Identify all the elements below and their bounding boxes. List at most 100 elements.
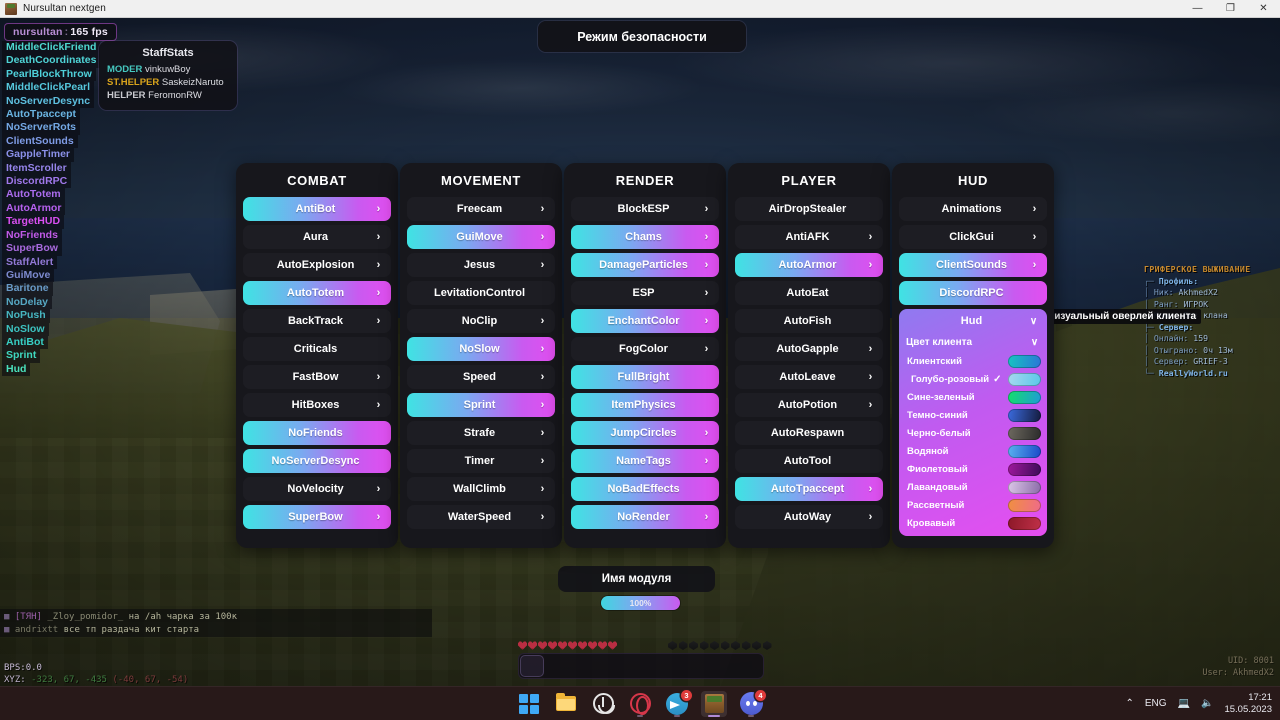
network-icon[interactable]: 💻: [1178, 698, 1190, 709]
module-toggle-antibot[interactable]: AntiBot ›: [243, 197, 391, 221]
color-swatch[interactable]: [1008, 354, 1041, 368]
chevron-right-icon[interactable]: ›: [702, 259, 711, 271]
chevron-right-icon[interactable]: ›: [866, 371, 875, 383]
taskbar-start-button[interactable]: [516, 691, 542, 717]
chevron-right-icon[interactable]: ›: [866, 231, 875, 243]
chevron-right-icon[interactable]: ›: [702, 203, 711, 215]
module-toggle-sprint[interactable]: Sprint ›: [407, 393, 555, 417]
chevron-right-icon[interactable]: ›: [702, 511, 711, 523]
chevron-right-icon[interactable]: ›: [538, 399, 547, 411]
module-toggle-freecam[interactable]: Freecam ›: [407, 197, 555, 221]
module-toggle-noslow[interactable]: NoSlow ›: [407, 337, 555, 361]
chevron-right-icon[interactable]: ›: [866, 483, 875, 495]
panel-title[interactable]: HUD: [899, 163, 1047, 197]
chevron-right-icon[interactable]: ›: [702, 427, 711, 439]
module-toggle-autorespawn[interactable]: AutoRespawn›: [735, 421, 883, 445]
clickgui-panel-movement[interactable]: MOVEMENT Freecam › GuiMove › Jesus › Levitation…: [400, 163, 562, 548]
color-option[interactable]: Лавандовый: [899, 478, 1047, 496]
color-option[interactable]: Водяной: [899, 442, 1047, 460]
chevron-right-icon[interactable]: ›: [538, 203, 547, 215]
module-toggle-airdropstealer[interactable]: AirDropStealer›: [735, 197, 883, 221]
module-toggle-nobadeffects[interactable]: NoBadEffects›: [571, 477, 719, 501]
chevron-right-icon[interactable]: ›: [374, 371, 383, 383]
color-option[interactable]: Клиентский: [899, 352, 1047, 370]
taskbar-clock[interactable]: 17:21 15.05.2023: [1224, 692, 1272, 716]
chevron-right-icon[interactable]: ›: [538, 427, 547, 439]
color-option[interactable]: Кровавый: [899, 514, 1047, 532]
chevron-right-icon[interactable]: ›: [866, 343, 875, 355]
module-toggle-superbow[interactable]: SuperBow ›: [243, 505, 391, 529]
color-swatch[interactable]: [1008, 426, 1041, 440]
language-indicator[interactable]: ENG: [1145, 698, 1167, 709]
color-swatch[interactable]: [1008, 462, 1041, 476]
module-toggle-waterspeed[interactable]: WaterSpeed ›: [407, 505, 555, 529]
module-toggle-jumpcircles[interactable]: JumpCircles ›: [571, 421, 719, 445]
module-toggle-autopotion[interactable]: AutoPotion ›: [735, 393, 883, 417]
hotbar[interactable]: [518, 653, 764, 679]
chevron-right-icon[interactable]: ›: [538, 343, 547, 355]
chevron-right-icon[interactable]: ›: [1030, 259, 1039, 271]
color-option[interactable]: Черно-белый: [899, 424, 1047, 442]
setting-client-color[interactable]: Цвет клиента ∨: [899, 333, 1047, 352]
module-toggle-fullbright[interactable]: FullBright›: [571, 365, 719, 389]
chevron-right-icon[interactable]: ›: [374, 259, 383, 271]
module-toggle-noclip[interactable]: NoClip ›: [407, 309, 555, 333]
color-option[interactable]: Голубо-розовый ✓: [899, 370, 1047, 388]
clickgui-panel-player[interactable]: PLAYERAirDropStealer›AntiAFK›AutoArmor›A…: [728, 163, 890, 548]
chevron-right-icon[interactable]: ›: [538, 315, 547, 327]
chevron-right-icon[interactable]: ›: [1030, 203, 1039, 215]
clickgui-panel-combat[interactable]: COMBAT AntiBot › Aura › AutoExplosion › AutoTot…: [236, 163, 398, 548]
chevron-right-icon[interactable]: ›: [538, 511, 547, 523]
module-toggle-autoleave[interactable]: AutoLeave ›: [735, 365, 883, 389]
module-expanded-hud[interactable]: Hud ∨ Цвет клиента ∨ Клиентский Голубо-розовы…: [899, 309, 1047, 536]
color-option[interactable]: Темно-синий: [899, 406, 1047, 424]
chevron-right-icon[interactable]: ›: [374, 287, 383, 299]
color-option[interactable]: Фиолетовый: [899, 460, 1047, 478]
module-toggle-enchantcolor[interactable]: EnchantColor ›: [571, 309, 719, 333]
chevron-right-icon[interactable]: ›: [538, 455, 547, 467]
module-toggle-levitationcontrol[interactable]: LevitationControl›: [407, 281, 555, 305]
chevron-right-icon[interactable]: ›: [866, 259, 875, 271]
color-swatch[interactable]: [1008, 372, 1041, 386]
module-toggle-fogcolor[interactable]: FogColor ›: [571, 337, 719, 361]
chevron-right-icon[interactable]: ›: [866, 399, 875, 411]
panel-title[interactable]: COMBAT: [243, 163, 391, 197]
chevron-right-icon[interactable]: ›: [702, 231, 711, 243]
chevron-right-icon[interactable]: ›: [702, 315, 711, 327]
close-icon[interactable]: ✕: [1247, 0, 1280, 18]
color-swatch[interactable]: [1008, 516, 1041, 530]
module-toggle-noserverdesync[interactable]: NoServerDesync›: [243, 449, 391, 473]
module-toggle-clientsounds[interactable]: ClientSounds ›: [899, 253, 1047, 277]
color-swatch[interactable]: [1008, 408, 1041, 422]
chevron-right-icon[interactable]: ›: [374, 203, 383, 215]
panel-title[interactable]: MOVEMENT: [407, 163, 555, 197]
module-toggle-backtrack[interactable]: BackTrack ›: [243, 309, 391, 333]
color-swatch[interactable]: [1008, 390, 1041, 404]
color-swatch[interactable]: [1008, 480, 1041, 494]
chevron-right-icon[interactable]: ›: [538, 259, 547, 271]
clickgui-panel-render[interactable]: RENDER BlockESP › Chams › DamageParticles › ESP…: [564, 163, 726, 548]
module-toggle-hitboxes[interactable]: HitBoxes ›: [243, 393, 391, 417]
taskbar-discord-button[interactable]: 4: [738, 689, 766, 717]
module-toggle-autoarmor[interactable]: AutoArmor ›: [735, 253, 883, 277]
chevron-right-icon[interactable]: ›: [702, 343, 711, 355]
chevron-right-icon[interactable]: ›: [866, 511, 875, 523]
volume-icon[interactable]: 🔈: [1201, 698, 1213, 709]
chevron-right-icon[interactable]: ›: [374, 483, 383, 495]
module-toggle-speed[interactable]: Speed ›: [407, 365, 555, 389]
taskbar-explorer-button[interactable]: [553, 691, 579, 717]
module-toggle-antiafk[interactable]: AntiAFK ›: [735, 225, 883, 249]
chevron-up-icon[interactable]: ⌃: [1125, 698, 1133, 709]
module-toggle-animations[interactable]: Animations ›: [899, 197, 1047, 221]
clickgui-panel-hud[interactable]: HUD Animations › ClickGui › ClientSounds › Disc…: [892, 163, 1054, 548]
module-toggle-guimove[interactable]: GuiMove ›: [407, 225, 555, 249]
minimize-icon[interactable]: —: [1181, 0, 1214, 18]
chevron-right-icon[interactable]: ›: [538, 483, 547, 495]
module-toggle-fastbow[interactable]: FastBow ›: [243, 365, 391, 389]
module-toggle-criticals[interactable]: Criticals›: [243, 337, 391, 361]
chevron-right-icon[interactable]: ›: [538, 231, 547, 243]
color-option[interactable]: Рассветный: [899, 496, 1047, 514]
module-toggle-novelocity[interactable]: NoVelocity ›: [243, 477, 391, 501]
color-swatch[interactable]: [1008, 498, 1041, 512]
taskbar-opera-button[interactable]: [627, 691, 653, 717]
